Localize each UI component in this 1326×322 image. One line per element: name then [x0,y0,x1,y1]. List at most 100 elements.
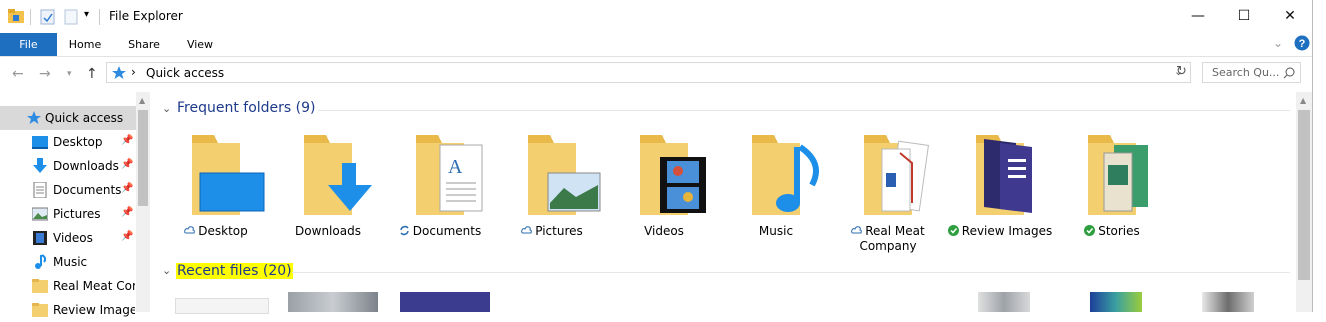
documents-icon [33,182,47,198]
sidebar-item-videos[interactable]: Videos 📌 [0,226,136,250]
pictures-icon [32,207,48,221]
downloads-folder-icon [304,135,372,215]
divider [30,9,31,25]
folder-music[interactable]: Music [720,133,832,273]
svg-text:A: A [448,156,463,178]
recent-locations-icon[interactable]: ▾ [67,69,72,79]
search-input[interactable]: Search Qu... [1212,66,1279,79]
videos-icon [33,231,47,245]
folder-label: Downloads [272,224,384,239]
folder-videos[interactable]: Videos [608,133,720,273]
help-icon[interactable]: ? [1294,35,1310,51]
stories-folder-icon [1088,135,1148,215]
recent-file-thumbnail[interactable] [978,292,1030,312]
close-button[interactable]: ✕ [1267,0,1313,32]
review-images-folder-icon [976,135,1032,215]
folder-review-images[interactable]: Review Images [944,133,1056,273]
new-folder-icon[interactable] [64,9,78,25]
folder-real-meat-company[interactable]: Real Meat Company [832,133,944,273]
address-bar[interactable]: › Quick access ⌄ [106,62,1191,83]
recent-file-thumbnail[interactable] [400,292,490,312]
sidebar-item-documents[interactable]: Documents 📌 [0,178,136,202]
scroll-up-icon[interactable]: ▲ [139,96,145,105]
customize-toolbar-dropdown[interactable]: ▾ [84,9,89,20]
desktop-folder-icon [192,135,265,215]
section-divider [292,272,1290,273]
pin-icon: 📌 [121,207,134,218]
tab-home[interactable]: Home [63,33,107,56]
folder-icon [32,279,48,293]
real-meat-company-folder-icon [864,135,930,215]
music-icon [35,254,47,269]
minimize-button[interactable]: — [1175,0,1221,32]
breadcrumb-separator[interactable]: › [131,65,136,79]
pictures-folder-icon [528,135,601,215]
folder-label: Stories [1056,224,1168,239]
synced-check-icon [947,225,959,236]
folder-label: Pictures [496,224,608,239]
desktop-icon [32,136,48,149]
back-icon[interactable]: ← [12,66,24,82]
sidebar-item-label: Review Images [53,303,135,317]
synced-check-icon [1084,225,1096,236]
search-box[interactable]: Search Qu... [1202,62,1301,83]
sidebar-item-desktop[interactable]: Desktop 📌 [0,130,136,154]
sidebar-item-review-images[interactable]: Review Images [0,298,136,322]
breadcrumb-quick-access[interactable]: Quick access [146,66,224,80]
scrollbar-thumb[interactable] [138,110,148,206]
window-edge [1312,0,1326,312]
tab-file[interactable]: File [0,33,57,56]
sidebar-item-downloads[interactable]: Downloads 📌 [0,154,136,178]
recent-files-header[interactable]: Recent files (20) [176,263,293,279]
sidebar-item-label: Music [53,255,88,269]
folder-label: Documents [384,224,496,239]
pin-icon: 📌 [121,231,134,242]
sidebar-item-real-meat-company[interactable]: Real Meat Com [0,274,136,298]
recent-file-thumbnail[interactable] [1202,292,1254,312]
maximize-button[interactable]: ☐ [1221,0,1267,32]
folder-name: Stories [1098,224,1140,238]
scrollbar-thumb[interactable] [1298,110,1310,280]
folder-name: Music [758,224,794,238]
folder-desktop[interactable]: Desktop [160,133,272,273]
folder-pictures[interactable]: Pictures [496,133,608,273]
folder-name: Videos [644,224,684,238]
pin-icon: 📌 [121,183,134,194]
folder-name: Documents [412,224,482,238]
navigation-scrollbar[interactable]: ▲ [136,92,150,312]
properties-icon[interactable] [40,9,56,25]
ribbon-tabs: File Home Share View ⌄ ? [0,33,1326,57]
folder-label: Review Images [944,224,1056,239]
tab-view[interactable]: View [178,33,222,56]
pin-icon: 📌 [121,159,134,170]
refresh-icon[interactable]: ↻ [1176,64,1187,79]
folder-name: Downloads [295,224,361,238]
window-title: File Explorer [109,9,183,23]
videos-folder-icon [640,135,706,215]
collapse-frequent-icon[interactable]: ⌄ [162,102,171,115]
expand-ribbon-icon[interactable]: ⌄ [1273,36,1283,50]
collapse-recent-icon[interactable]: ⌄ [162,264,171,277]
sidebar-item-label: Real Meat Com [53,279,135,293]
folder-name: Desktop [198,224,248,238]
folder-label: Music [720,224,832,239]
tab-share[interactable]: Share [122,33,166,56]
forward-icon[interactable]: → [39,66,51,82]
cloud-status-icon [184,225,196,236]
up-icon[interactable]: ↑ [86,66,98,82]
downloads-icon [33,158,47,173]
content-scrollbar[interactable]: ▲ [1296,92,1312,312]
scroll-up-icon[interactable]: ▲ [1300,96,1306,105]
sidebar-item-pictures[interactable]: Pictures 📌 [0,202,136,226]
folder-documents[interactable]: A Documents [384,133,496,273]
folder-label: Videos [608,224,720,239]
frequent-folders-header[interactable]: Frequent folders (9) [177,100,316,116]
sidebar-item-quick-access[interactable]: Quick access [0,106,136,130]
search-icon [1283,67,1295,79]
recent-file-thumbnail[interactable] [1090,292,1142,312]
quick-access-star-icon [112,66,126,79]
sidebar-item-music[interactable]: Music [0,250,136,274]
folder-downloads[interactable]: Downloads [272,133,384,273]
folder-stories[interactable]: Stories [1056,133,1168,273]
recent-file-thumbnail[interactable] [288,292,378,312]
